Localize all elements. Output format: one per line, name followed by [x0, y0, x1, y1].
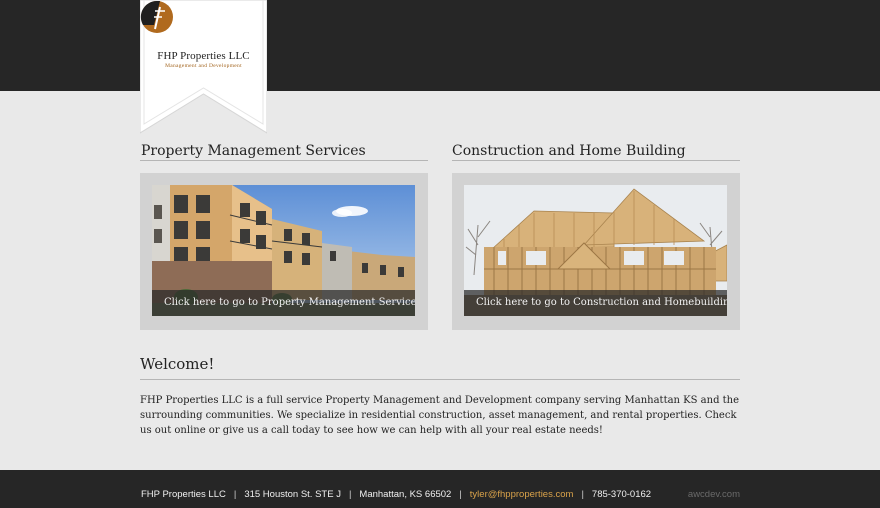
logo-tagline: Management and Development	[165, 63, 242, 69]
logo-banner[interactable]: FHP Properties LLC Management and Develo…	[140, 0, 267, 136]
footer-company: FHP Properties LLC	[141, 489, 226, 500]
footer-separator: |	[348, 489, 352, 500]
heading-divider	[140, 160, 428, 161]
property-management-caption[interactable]: Click here to go to Property Management …	[152, 290, 415, 316]
footer: FHP Properties LLC | 315 Houston St. STE J…	[0, 470, 880, 508]
property-management-heading: Property Management Services	[141, 143, 366, 159]
construction-caption[interactable]: Click here to go to Construction and Hom…	[464, 290, 727, 316]
fhp-logo-icon	[140, 0, 173, 33]
welcome-divider	[140, 379, 740, 380]
footer-city: Manhattan, KS 66502	[359, 489, 452, 500]
welcome-text: FHP Properties LLC is a full service Pro…	[140, 395, 740, 436]
header-bar	[0, 0, 880, 91]
house-framing-photo[interactable]: Click here to go to Construction and Hom…	[464, 185, 727, 316]
construction-link[interactable]: Click here to go to Construction and Hom…	[452, 173, 740, 330]
footer-email-link[interactable]: tyler@fhpproperties.com	[470, 489, 574, 500]
heading-divider	[452, 160, 740, 161]
logo-name: FHP Properties LLC	[157, 50, 250, 62]
footer-credit-link[interactable]: awcdev.com	[688, 489, 740, 500]
footer-separator: |	[459, 489, 462, 500]
construction-heading: Construction and Home Building	[452, 143, 686, 159]
footer-separator: |	[233, 489, 237, 500]
property-management-link[interactable]: Click here to go to Property Management …	[140, 173, 428, 330]
footer-phone: 785-370-0162	[591, 489, 652, 500]
footer-contact-line: FHP Properties LLC | 315 Houston St. STE J…	[141, 489, 651, 500]
apartment-building-photo[interactable]: Click here to go to Property Management …	[152, 185, 415, 316]
welcome-title: Welcome!	[140, 355, 215, 373]
footer-separator: |	[581, 489, 584, 500]
footer-address: 315 Houston St. STE J	[244, 489, 341, 500]
